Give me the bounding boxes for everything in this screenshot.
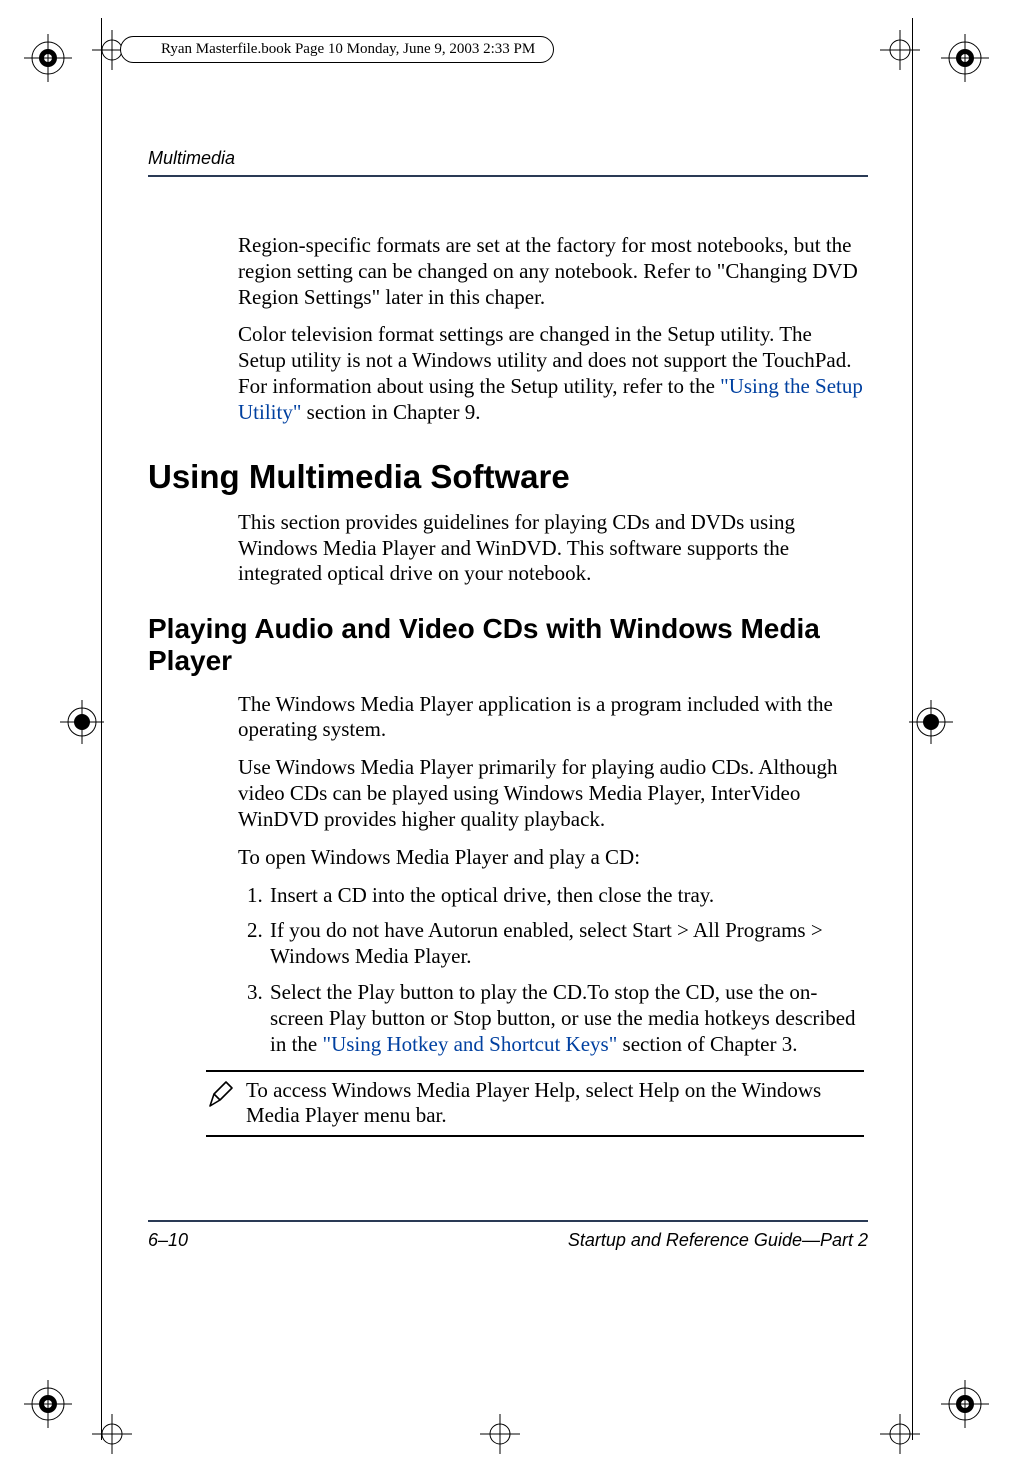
step-item: Select the Play button to play the CD.To…: [268, 980, 864, 1057]
paragraph: Color television format settings are cha…: [238, 322, 864, 425]
paragraph: To open Windows Media Player and play a …: [238, 845, 864, 871]
heading-1: Using Multimedia Software: [148, 458, 868, 496]
page-content: Multimedia Region-specific formats are s…: [148, 148, 868, 1137]
step-item: Insert a CD into the optical drive, then…: [268, 883, 864, 909]
paragraph: The Windows Media Player application is …: [238, 692, 864, 744]
paragraph: Use Windows Media Player primarily for p…: [238, 755, 864, 832]
pencil-note-icon: [206, 1080, 236, 1115]
corner-target-icon: [24, 1380, 72, 1428]
text-run: section of Chapter 3.: [617, 1032, 797, 1056]
note-block: To access Windows Media Player Help, sel…: [206, 1070, 864, 1138]
page-footer: 6–10 Startup and Reference Guide—Part 2: [148, 1220, 868, 1251]
note-text: To access Windows Media Player Help, sel…: [246, 1078, 864, 1130]
heading-2: Playing Audio and Video CDs with Windows…: [148, 613, 868, 677]
print-job-header: Ryan Masterfile.book Page 10 Monday, Jun…: [120, 36, 554, 63]
corner-target-icon: [24, 34, 72, 82]
page-number: 6–10: [148, 1230, 188, 1251]
paragraph: This section provides guidelines for pla…: [238, 510, 864, 587]
side-target-icon: [60, 700, 104, 744]
paragraph: Region-specific formats are set at the f…: [238, 233, 864, 310]
side-target-icon: [909, 700, 953, 744]
corner-target-icon: [941, 34, 989, 82]
ordered-steps: Insert a CD into the optical drive, then…: [238, 883, 864, 1058]
text-run: section in Chapter 9.: [301, 400, 480, 424]
cross-reference-link[interactable]: "Using Hotkey and Shortcut Keys": [323, 1032, 618, 1056]
step-item: If you do not have Autorun enabled, sele…: [268, 918, 864, 970]
running-head: Multimedia: [148, 148, 868, 177]
footer-title: Startup and Reference Guide—Part 2: [568, 1230, 868, 1251]
corner-target-icon: [941, 1380, 989, 1428]
